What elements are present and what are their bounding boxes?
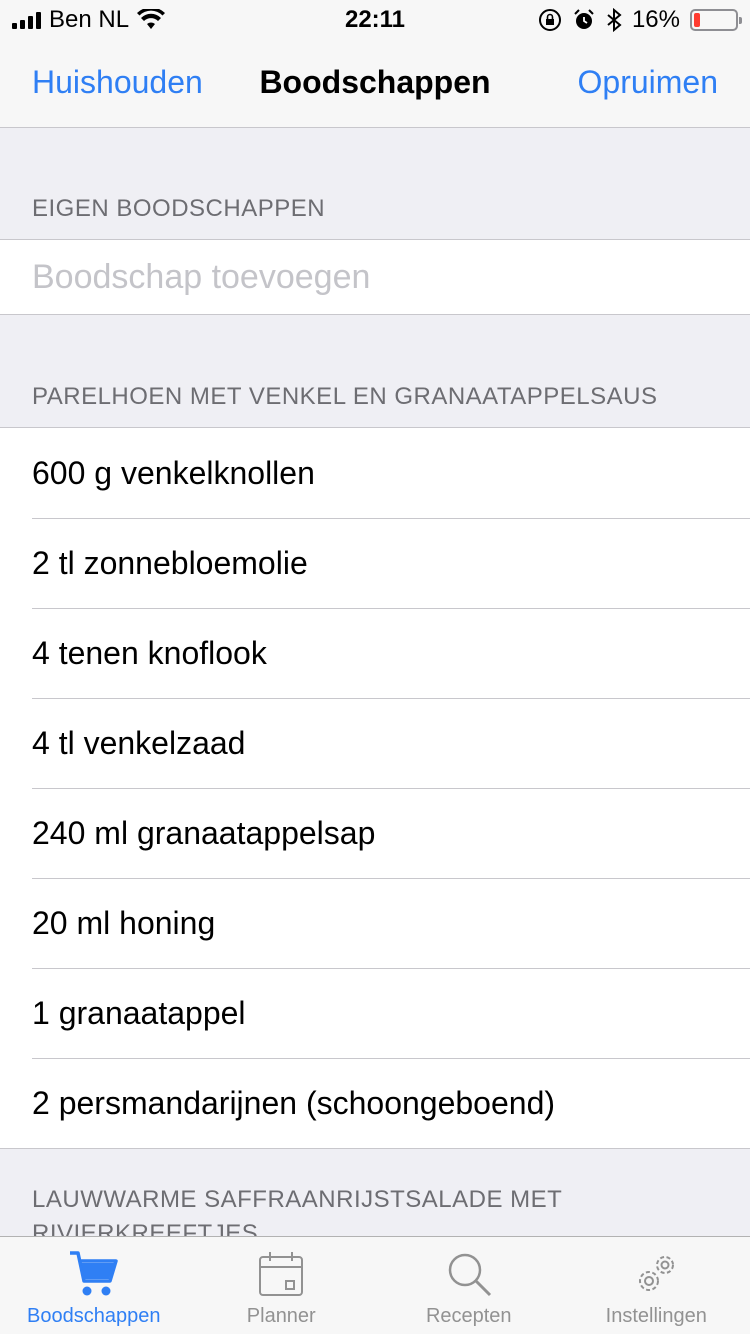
list-item[interactable]: 240 ml granaatappelsap <box>0 788 750 878</box>
shopping-list-content[interactable]: EIGEN BOODSCHAPPEN PARELHOEN MET VENKEL … <box>0 129 750 1236</box>
alarm-icon <box>574 9 594 29</box>
list-item[interactable]: 4 tenen knoflook <box>0 608 750 698</box>
tab-label: Recepten <box>425 1305 512 1327</box>
huishouden-button[interactable]: Huishouden <box>32 64 203 101</box>
list-item[interactable]: 600 g venkelknollen <box>0 428 750 518</box>
recipe-ingredient-list: 600 g venkelknollen 2 tl zonnebloemolie … <box>0 427 750 1149</box>
tab-planner[interactable]: Planner <box>188 1237 376 1334</box>
navigation-bar: Huishouden Boodschappen Opruimen <box>0 40 750 128</box>
battery-percent: 16% <box>631 6 680 33</box>
status-right: 16% <box>538 6 742 34</box>
tab-recepten[interactable]: Recepten <box>375 1237 563 1334</box>
tab-label: Instellingen <box>605 1305 707 1327</box>
opruimen-button[interactable]: Opruimen <box>578 64 719 101</box>
list-item[interactable]: 2 persmandarijnen (schoongeboend) <box>0 1058 750 1148</box>
battery-level <box>694 13 701 27</box>
section-header-recipe: PARELHOEN MET VENKEL EN GRANAATAPPELSAUS <box>32 383 658 410</box>
section-header-own: EIGEN BOODSCHAPPEN <box>32 195 326 222</box>
list-item[interactable]: 2 tl zonnebloemolie <box>0 518 750 608</box>
gears-icon <box>639 1256 675 1291</box>
cart-icon <box>69 1251 118 1296</box>
add-item-input[interactable] <box>32 257 718 297</box>
wifi-icon <box>137 9 166 29</box>
tab-label: Planner <box>246 1305 316 1327</box>
section-header-next: LAUWWARME SAFFRAANRIJSTSALADE MET RIVIER… <box>32 1186 562 1236</box>
battery-icon <box>690 9 742 31</box>
tab-boodschappen[interactable]: Boodschappen <box>0 1237 188 1334</box>
tab-bar: Boodschappen Planner Recepten Instelling… <box>0 1236 750 1334</box>
list-item[interactable]: 4 tl venkelzaad <box>0 698 750 788</box>
signal-icon <box>12 11 41 29</box>
status-bar: Ben NL 22:11 16% <box>0 0 750 40</box>
search-icon <box>448 1253 491 1297</box>
calendar-icon <box>259 1252 304 1296</box>
tab-instellingen[interactable]: Instellingen <box>563 1237 750 1334</box>
status-left: Ben NL <box>12 6 166 34</box>
list-item[interactable]: 20 ml honing <box>0 878 750 968</box>
list-item[interactable]: 1 granaatappel <box>0 968 750 1058</box>
carrier-name: Ben NL <box>49 6 130 33</box>
bluetooth-icon <box>607 8 622 32</box>
tab-label: Boodschappen <box>27 1305 161 1327</box>
rotation-lock-icon <box>538 9 561 31</box>
add-item-row <box>0 239 750 315</box>
